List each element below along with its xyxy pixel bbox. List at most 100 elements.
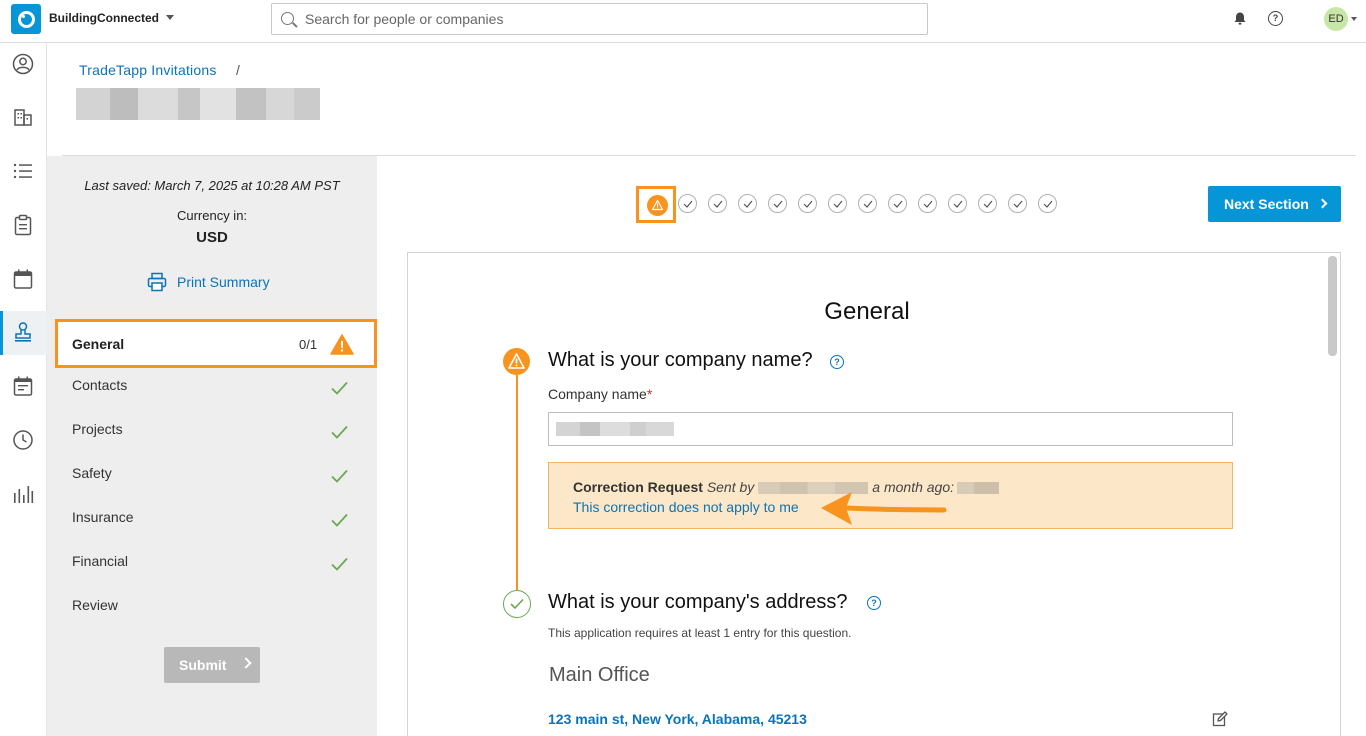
nav-calendar[interactable] [0, 258, 47, 302]
check-icon [331, 513, 348, 527]
next-section-label: Next Section [1224, 196, 1309, 212]
nav-history[interactable] [0, 419, 47, 463]
sidebar-item-review[interactable]: Review [72, 597, 118, 613]
breadcrumb-separator: / [236, 62, 240, 78]
avatar[interactable]: ED [1324, 7, 1348, 31]
next-section-button[interactable]: Next Section [1208, 186, 1341, 222]
search-input[interactable] [305, 8, 905, 30]
main-office-heading: Main Office [549, 664, 650, 686]
warning-icon [508, 353, 525, 369]
sidebar-item-financial[interactable]: Financial [72, 553, 128, 569]
step-complete-indicator[interactable] [948, 194, 967, 213]
nav-tradetapp[interactable] [0, 311, 47, 355]
check-icon [923, 200, 933, 208]
currency-label: Currency in: [176, 208, 248, 223]
nav-analytics[interactable] [0, 473, 47, 517]
check-icon [743, 200, 753, 208]
print-summary-label: Print Summary [177, 274, 270, 290]
help-icon[interactable]: ? [1268, 11, 1283, 26]
last-saved-text: Last saved: March 7, 2025 at 10:28 AM PS… [84, 178, 340, 193]
top-bar: BuildingConnected ? ED [0, 0, 1366, 43]
nav-schedule[interactable] [0, 365, 47, 409]
search-icon [281, 12, 294, 25]
check-icon [833, 200, 843, 208]
step-complete-indicator[interactable] [738, 194, 757, 213]
step-complete-indicator[interactable] [708, 194, 727, 213]
sidebar-item-general[interactable]: General 0/1 [55, 319, 377, 368]
step-general-highlight[interactable] [636, 186, 676, 223]
sidebar-item-projects[interactable]: Projects [72, 421, 123, 437]
chevron-right-icon [240, 657, 252, 669]
check-icon [510, 598, 524, 610]
step-complete-indicator[interactable] [798, 194, 817, 213]
address-link[interactable]: 123 main st, New York, Alabama, 45213 [548, 711, 807, 727]
nav-clipboard[interactable] [0, 204, 47, 248]
step-complete-indicator[interactable] [888, 194, 907, 213]
question-subtitle: This application requires at least 1 ent… [548, 626, 852, 640]
stamp-icon [15, 322, 31, 342]
submit-button[interactable]: Submit [164, 647, 260, 683]
redacted-company-title [76, 88, 320, 120]
nav-list[interactable] [0, 150, 47, 194]
company-name-label: Company name* [548, 386, 652, 402]
section-title: General [824, 298, 910, 325]
correction-not-applicable-link[interactable]: This correction does not apply to me [573, 499, 799, 515]
list-icon [13, 163, 32, 179]
bell-icon[interactable] [1234, 12, 1246, 25]
progress-count: 0/1 [299, 337, 318, 352]
clock-icon [13, 430, 33, 450]
left-nav-rail [0, 43, 47, 736]
warning-icon [651, 199, 664, 211]
brand-name[interactable]: BuildingConnected [49, 11, 159, 25]
analytics-icon [14, 486, 34, 503]
currency-value: USD [196, 229, 228, 246]
sidebar-item-contacts[interactable]: Contacts [72, 377, 127, 393]
check-icon [1013, 200, 1023, 208]
clipboard-icon [14, 214, 32, 236]
section-sidebar: Last saved: March 7, 2025 at 10:28 AM PS… [47, 156, 377, 736]
step-complete-indicator[interactable] [918, 194, 937, 213]
chevron-down-icon[interactable] [1351, 17, 1357, 21]
buildingconnected-logo-icon[interactable] [11, 4, 41, 34]
nav-companies[interactable] [0, 96, 47, 140]
calendar-check-icon [13, 376, 33, 396]
check-icon [713, 200, 723, 208]
step-complete-indicator[interactable] [768, 194, 787, 213]
help-icon[interactable]: ? [867, 596, 881, 610]
step-complete-indicator[interactable] [678, 194, 697, 213]
required-mark: * [646, 386, 653, 402]
check-icon [331, 469, 348, 483]
question-title-company-name: What is your company name? [548, 349, 813, 371]
printer-icon [147, 272, 167, 292]
question-timeline-line [516, 375, 518, 593]
edit-icon[interactable] [1212, 711, 1228, 727]
check-icon [893, 200, 903, 208]
sidebar-item-insurance[interactable]: Insurance [72, 509, 133, 525]
scrollbar[interactable] [1328, 256, 1337, 356]
submit-label: Submit [179, 657, 227, 673]
sidebar-item-safety[interactable]: Safety [72, 465, 112, 481]
chevron-down-icon[interactable] [166, 15, 174, 20]
help-icon[interactable]: ? [830, 355, 844, 369]
orange-arrow-annotation [821, 492, 947, 525]
step-complete-indicator[interactable] [858, 194, 877, 213]
check-icon [953, 200, 963, 208]
breadcrumb-link[interactable]: TradeTapp Invitations [79, 62, 217, 78]
buildings-icon [14, 109, 32, 126]
step-complete-indicator[interactable] [828, 194, 847, 213]
check-icon [331, 381, 348, 395]
check-icon [773, 200, 783, 208]
step-complete-indicator[interactable] [1038, 194, 1057, 213]
check-icon [331, 557, 348, 571]
profile-icon [12, 53, 34, 75]
sidebar-item-label: General [72, 336, 125, 352]
step-complete-indicator[interactable] [978, 194, 997, 213]
search-bar[interactable] [271, 3, 928, 35]
correction-sent-by: Sent by [706, 479, 755, 495]
step-complete-indicator[interactable] [1008, 194, 1027, 213]
check-icon [863, 200, 873, 208]
nav-profile[interactable] [0, 43, 47, 87]
correction-heading: Correction Request [573, 479, 703, 495]
step-warning-indicator[interactable] [647, 195, 668, 216]
question-title-company-address: What is your company's address? [548, 591, 848, 613]
